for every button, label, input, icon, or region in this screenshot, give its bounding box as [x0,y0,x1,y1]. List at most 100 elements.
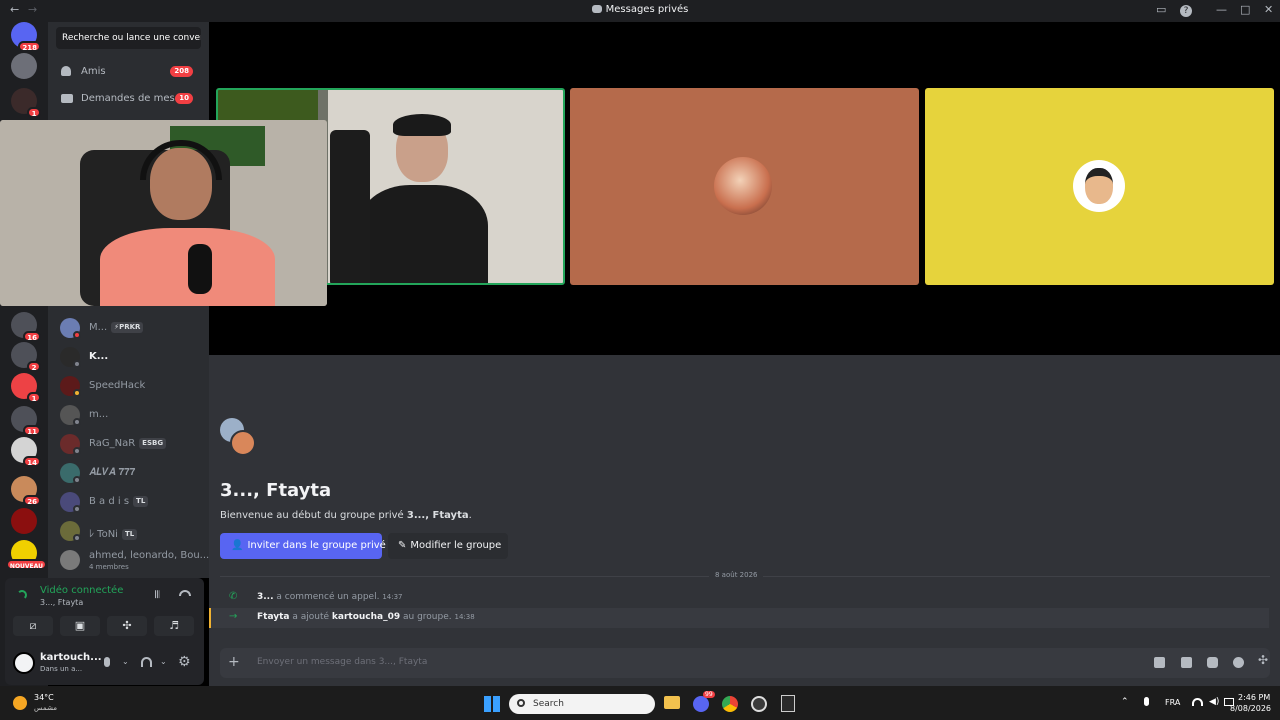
dm-name: 𝑨𝑳𝑽𝑨 𝟕𝟕𝟕 [89,467,135,478]
dm-item[interactable]: SpeedHack [56,372,206,400]
language-indicator[interactable]: FRA [1165,698,1180,707]
message-target[interactable]: kartoucha_09 [332,612,400,622]
voice-status[interactable]: Vidéo connectée [40,585,123,596]
attach-plus-icon[interactable]: + [228,654,240,670]
file-explorer-icon[interactable] [664,696,680,709]
server-6[interactable]: 1 [11,373,41,403]
weather-sun-icon[interactable] [13,696,27,710]
voice-channel[interactable]: 3..., Ftayta [40,598,83,607]
video-tile-self[interactable] [0,120,327,306]
inbox-icon[interactable]: ▭ [1156,3,1166,16]
edit-group-button[interactable]: ✎ Modifier le groupe [388,533,508,559]
minimize-icon[interactable]: — [1216,3,1227,16]
status-offline-icon [73,505,81,513]
soundboard-button[interactable]: ♬ [154,616,194,636]
headphones-icon[interactable] [141,657,152,667]
microphone [188,244,212,294]
server-2[interactable] [11,53,37,79]
dm-name-text: K... [89,351,109,362]
obs-icon[interactable] [751,696,767,712]
microphone-icon[interactable] [104,657,110,667]
sticker-icon[interactable] [1207,657,1218,668]
apps-icon[interactable]: ✣ [1258,653,1268,667]
dm-item[interactable]: RaG_NaR ESBG [56,430,206,458]
status-idle-icon [73,389,81,397]
message-author[interactable]: Ftayta [257,612,290,622]
taskbar-search[interactable]: Search [509,694,655,714]
group-icon [220,418,256,456]
video-tile-avatar-1[interactable] [570,88,919,285]
video-tile-avatar-2[interactable] [925,88,1274,285]
message-input[interactable]: Envoyer un message dans 3..., Ftayta [257,657,427,667]
server-7[interactable]: 11 [11,406,41,436]
system-message-add: → Ftayta a ajouté kartoucha_09 au groupe… [209,608,1269,628]
user-name[interactable]: kartouch... [40,652,102,663]
user-status: Dans un a... [40,665,83,673]
user-avatar[interactable] [13,652,35,674]
gift-icon[interactable] [1154,657,1165,668]
epic-games-icon[interactable] [781,695,795,712]
maximize-icon[interactable]: □ [1240,3,1250,16]
dm-item[interactable]: m... [56,401,206,429]
weather-temp[interactable]: 34°C [34,693,54,702]
server-9[interactable]: 26 [11,476,41,506]
noise-suppression-icon[interactable]: 𝄃𝄃 [155,590,159,601]
group-name-text: ahmed, leonardo, Bou... [89,550,210,561]
tray-chevron-up-icon[interactable]: ⌃ [1121,697,1129,707]
headphones-chevron-down-icon[interactable]: ⌄ [160,657,167,666]
status-offline-icon [73,447,81,455]
discord-taskbar-icon[interactable] [693,696,709,712]
disconnect-icon[interactable] [179,590,191,596]
sidebar-item-message-requests[interactable]: Demandes de mes... 10 [56,87,201,111]
edit-group-button-label: Modifier le groupe [410,540,502,551]
tray-mic-icon[interactable] [1144,697,1149,706]
help-icon[interactable]: ? [1180,5,1192,17]
friends-label: Amis [81,66,106,77]
clock-time[interactable]: 2:46 PM [1238,693,1270,702]
taskbar-search-label: Search [533,699,564,709]
server-3[interactable]: 1 [11,88,41,118]
dm-name-text: SpeedHack [89,380,146,391]
dm-name: M... ⚡PRKR [89,322,144,333]
mail-icon [61,94,73,103]
server-10[interactable] [11,508,37,534]
server-badge: 1 [27,107,41,118]
server-11[interactable]: NOUVEAU [5,540,47,570]
dm-tag: ESBG [139,438,167,449]
sidebar-item-friends[interactable]: Amis 208 [56,60,201,84]
screen-share-button[interactable]: ▣ [60,616,100,636]
close-icon[interactable]: ✕ [1264,3,1273,16]
search-input[interactable]: Recherche ou lance une conver... [56,27,201,49]
intro-bold: 3..., Ftayta [406,510,469,521]
gif-icon[interactable] [1181,657,1192,668]
camera-off-button[interactable]: ⧄ [13,616,53,636]
voice-panel: Vidéo connectée 3..., Ftayta 𝄃𝄃 ⧄ ▣ ✣ ♬ … [5,578,204,685]
dm-item[interactable]: 𝑨𝑳𝑽𝑨 𝟕𝟕𝟕 [56,459,206,487]
mic-chevron-down-icon[interactable]: ⌄ [122,657,129,666]
invite-button[interactable]: 👤 Inviter dans le groupe privé [220,533,386,559]
dm-tag: TL [121,529,138,540]
dm-item[interactable]: K... [56,343,206,371]
server-badge: 11 [23,425,41,436]
window-title-text: Messages privés [605,4,689,15]
discord-home-icon[interactable]: 218 [11,22,41,52]
wifi-icon[interactable] [1192,698,1203,706]
dm-group-item[interactable]: ahmed, leonardo, Bou... 4 membres [56,546,210,574]
server-8[interactable]: 14 [11,437,41,467]
chrome-icon[interactable] [722,696,738,712]
dm-item[interactable]: B a d i s TL [56,488,206,516]
start-windows-icon[interactable] [484,696,500,712]
phone-icon: ✆ [229,591,238,602]
arrow-right-icon: → [229,611,238,622]
clock-date[interactable]: 8/08/2026 [1230,704,1271,713]
message-author[interactable]: 3... [257,592,274,602]
server-4[interactable]: 16 [11,312,41,342]
settings-gear-icon[interactable]: ⚙ [178,654,191,670]
dm-item[interactable]: M... ⚡PRKR [56,314,206,342]
dm-item[interactable]: ﾚ ToNi TL [56,517,206,545]
activities-button[interactable]: ✣ [107,616,147,636]
message-composer[interactable]: + Envoyer un message dans 3..., Ftayta ✣ [220,648,1270,678]
server-5[interactable]: 2 [11,342,41,372]
emoji-icon[interactable] [1233,657,1244,668]
volume-icon[interactable]: ◀) [1209,697,1219,707]
